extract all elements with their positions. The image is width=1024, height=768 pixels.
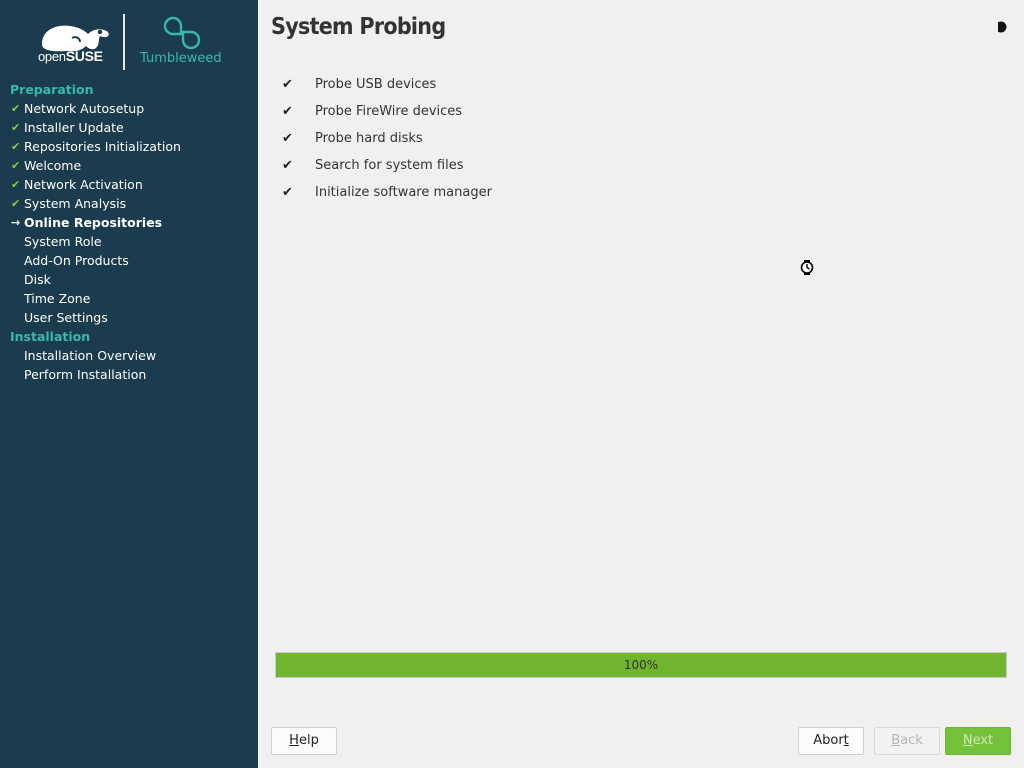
step-list: Preparation ✔ Network Autosetup ✔ Installer … bbox=[0, 80, 258, 384]
sidebar-step-disk: Disk bbox=[0, 270, 258, 289]
step-label: Disk bbox=[24, 272, 51, 287]
checkmark-icon: ✔ bbox=[282, 77, 293, 92]
step-label: Perform Installation bbox=[24, 367, 147, 382]
next-button[interactable]: Next bbox=[945, 727, 1011, 755]
step-label: Network Autosetup bbox=[24, 101, 145, 116]
step-label: User Settings bbox=[24, 310, 108, 325]
back-button[interactable]: Back bbox=[874, 727, 940, 755]
sidebar-step-network-autosetup: ✔ Network Autosetup bbox=[0, 99, 258, 118]
checkmark-icon: ✔ bbox=[11, 159, 21, 172]
section-title-installation: Installation bbox=[10, 329, 91, 344]
abort-button[interactable]: Abort bbox=[798, 727, 864, 755]
checkmark-icon: ✔ bbox=[282, 131, 293, 146]
probe-item-label: Probe hard disks bbox=[315, 131, 423, 146]
sidebar-step-user-settings: User Settings bbox=[0, 308, 258, 327]
step-label: Online Repositories bbox=[24, 215, 163, 230]
section-title-preparation: Preparation bbox=[10, 82, 94, 97]
checkmark-icon: ✔ bbox=[11, 197, 21, 210]
page-title: System Probing bbox=[271, 14, 446, 40]
progress-bar: 100% bbox=[275, 652, 1007, 678]
sidebar-step-perform-installation: Perform Installation bbox=[0, 365, 258, 384]
sidebar-step-online-repositories: → Online Repositories bbox=[0, 213, 258, 232]
opensuse-wordmark: openSUSE bbox=[38, 48, 103, 64]
half-moon-icon bbox=[994, 20, 1007, 34]
step-label: Network Activation bbox=[24, 177, 143, 192]
logo-area: openSUSE Tumbleweed bbox=[0, 0, 258, 80]
checkmark-icon: ✔ bbox=[11, 140, 21, 153]
sidebar-step-welcome: ✔ Welcome bbox=[0, 156, 258, 175]
sidebar-step-installer-update: ✔ Installer Update bbox=[0, 118, 258, 137]
step-label: Installer Update bbox=[24, 120, 124, 135]
checkmark-icon: ✔ bbox=[11, 102, 21, 115]
probe-item-label: Search for system files bbox=[315, 158, 464, 173]
sidebar-step-time-zone: Time Zone bbox=[0, 289, 258, 308]
sidebar-step-system-role: System Role bbox=[0, 232, 258, 251]
step-label: System Analysis bbox=[24, 196, 127, 211]
step-label: Installation Overview bbox=[24, 348, 157, 363]
probe-item-label: Probe USB devices bbox=[315, 77, 437, 92]
step-label: Repositories Initialization bbox=[24, 139, 181, 154]
main-content: System Probing ✔ Probe USB devices ✔ Probe … bbox=[258, 0, 1024, 768]
step-label: System Role bbox=[24, 234, 102, 249]
checkmark-icon: ✔ bbox=[282, 104, 293, 119]
checkmark-icon: ✔ bbox=[282, 185, 293, 200]
sidebar-step-add-on-products: Add-On Products bbox=[0, 251, 258, 270]
tumbleweed-wordmark: Tumbleweed bbox=[140, 51, 222, 66]
probe-item-label: Initialize software manager bbox=[315, 185, 492, 200]
step-label: Add-On Products bbox=[24, 253, 129, 268]
logo-divider bbox=[123, 14, 125, 70]
steps-sidebar: openSUSE Tumbleweed Preparation ✔ Network … bbox=[0, 0, 258, 768]
help-button[interactable]: Help bbox=[271, 727, 337, 755]
progress-label: 100% bbox=[623, 658, 659, 672]
arrow-right-icon: → bbox=[11, 216, 21, 229]
step-label: Time Zone bbox=[24, 291, 91, 306]
step-label: Welcome bbox=[24, 158, 82, 173]
busy-cursor-icon bbox=[800, 260, 814, 275]
sidebar-step-network-activation: ✔ Network Activation bbox=[0, 175, 258, 194]
checkmark-icon: ✔ bbox=[11, 121, 21, 134]
probe-item-label: Probe FireWire devices bbox=[315, 104, 463, 119]
sidebar-step-repositories-initialization: ✔ Repositories Initialization bbox=[0, 137, 258, 156]
tumbleweed-logo-icon bbox=[163, 16, 201, 50]
sidebar-step-installation-overview: Installation Overview bbox=[0, 346, 258, 365]
checkmark-icon: ✔ bbox=[11, 178, 21, 191]
sidebar-step-system-analysis: ✔ System Analysis bbox=[0, 194, 258, 213]
help-toggle[interactable] bbox=[994, 20, 1010, 38]
checkmark-icon: ✔ bbox=[282, 158, 293, 173]
